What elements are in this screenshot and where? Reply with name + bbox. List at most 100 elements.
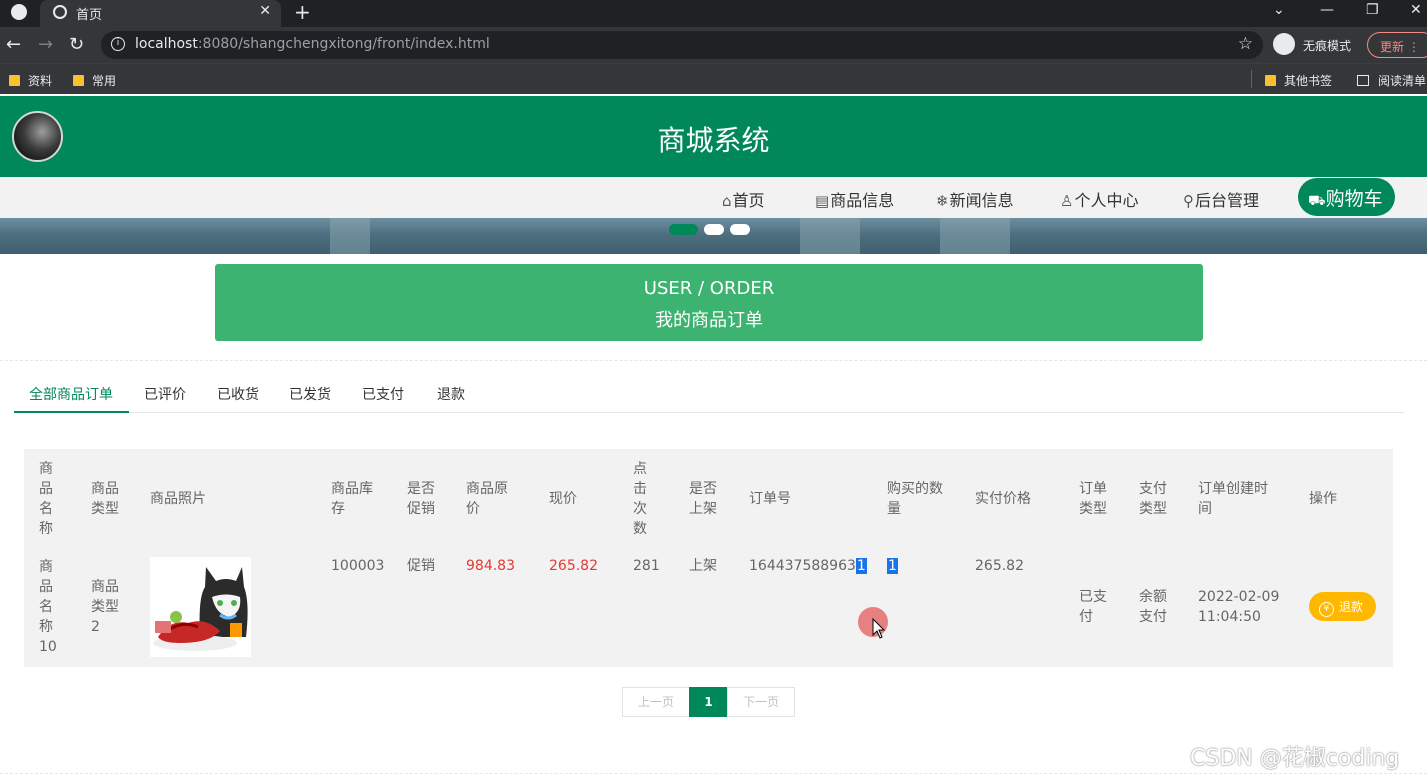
next-page-button[interactable]: 下一页 <box>727 687 795 717</box>
orders-table: 商品名称 商品类型 商品照片 商品库存 是否促销 商品原价 现价 点击次数 是否… <box>24 449 1393 667</box>
incognito-icon <box>1273 33 1295 55</box>
section-title-cn: 我的商品订单 <box>655 310 763 331</box>
snowflake-icon: ❄ <box>936 192 949 210</box>
cell-order-type: 已支付 <box>1079 589 1107 625</box>
col-product-photo: 商品照片 <box>150 491 206 507</box>
update-button[interactable]: 更新 ⋮ <box>1367 32 1427 58</box>
bookmark-folder-2[interactable]: 常用 <box>73 72 116 89</box>
minimize-icon[interactable]: — <box>1320 2 1334 18</box>
cell-pay-type: 余额支付 <box>1139 589 1167 625</box>
browser-tab[interactable]: 首页 ✕ <box>40 0 281 27</box>
browser-toolbar: ← → ↻ i localhost:8080/shangchengxitong/… <box>0 27 1427 63</box>
nav-item-profile[interactable]: ♙个人中心 <box>1060 187 1138 211</box>
cell-order-no: 1644375889631 <box>749 558 867 574</box>
folder-icon <box>1265 75 1276 86</box>
bookmarks-separator <box>1251 70 1252 88</box>
col-listed: 是否上架 <box>689 481 717 517</box>
folder-icon <box>73 75 84 86</box>
tab-search-icon[interactable]: ⌄ <box>1273 2 1285 18</box>
col-clicks: 点击次数 <box>633 461 647 537</box>
col-action: 操作 <box>1309 491 1337 507</box>
prev-page-button[interactable]: 上一页 <box>622 687 690 717</box>
folder-icon <box>9 75 20 86</box>
section-divider <box>0 360 1427 361</box>
link-icon: ⚲ <box>1183 192 1194 210</box>
banner-image-detail <box>800 218 860 254</box>
reading-list-icon <box>1357 75 1369 86</box>
product-photo[interactable] <box>150 557 251 657</box>
col-order-type: 订单类型 <box>1079 481 1107 517</box>
tab-refund[interactable]: 退款 <box>437 384 465 404</box>
close-window-icon[interactable]: ✕ <box>1410 2 1422 18</box>
col-orig-price: 商品原价 <box>466 481 508 517</box>
bookmark-star-icon[interactable]: ☆ <box>1238 34 1253 54</box>
reading-list[interactable]: 阅读清单 <box>1357 72 1426 89</box>
tab-reviewed[interactable]: 已评价 <box>144 384 186 404</box>
tab-received[interactable]: 已收货 <box>217 384 259 404</box>
cell-stock: 100003 <box>331 558 385 574</box>
document-icon: ▤ <box>815 192 830 210</box>
product-image-cat-snacks <box>150 557 251 657</box>
home-icon: ⌂ <box>722 192 732 210</box>
carousel-dot-3[interactable] <box>730 224 750 235</box>
col-qty: 购买的数量 <box>887 481 943 517</box>
selected-text: 1 <box>855 558 867 574</box>
reload-icon[interactable]: ↻ <box>69 34 84 55</box>
user-icon: ♙ <box>1060 192 1074 210</box>
col-product-type: 商品类型 <box>91 481 119 517</box>
bookmark-folder-1[interactable]: 资料 <box>9 72 52 89</box>
csdn-watermark: CSDN @花椒coding <box>1190 746 1400 771</box>
tab-title: 首页 <box>76 8 103 23</box>
url-text[interactable]: localhost:8080/shangchengxitong/front/in… <box>135 36 490 52</box>
cell-product-name: 商品名称10 <box>39 559 57 655</box>
tab-shipped[interactable]: 已发货 <box>289 384 331 404</box>
active-tab-indicator <box>14 411 129 413</box>
carousel-dot-2[interactable] <box>704 224 724 235</box>
site-info-icon[interactable]: i <box>111 37 125 51</box>
cart-button[interactable]: ⛟购物车 <box>1298 178 1395 216</box>
chrome-menu-icon[interactable] <box>11 4 27 20</box>
mouse-cursor-icon <box>872 618 886 639</box>
banner-carousel <box>0 218 1427 254</box>
site-header: 商城系统 <box>0 96 1427 177</box>
col-product-name: 商品名称 <box>39 461 53 537</box>
carousel-dot-1[interactable] <box>669 224 698 235</box>
back-icon[interactable]: ← <box>6 34 21 55</box>
col-promo: 是否促销 <box>407 481 435 517</box>
yen-icon: ¥ <box>1319 602 1334 617</box>
col-pay-type: 支付类型 <box>1139 481 1167 517</box>
cell-qty: 1 <box>887 556 898 576</box>
nav-item-products[interactable]: ▤商品信息 <box>815 187 894 211</box>
page-1-button[interactable]: 1 <box>689 687 728 717</box>
cell-paid: 265.82 <box>975 558 1024 574</box>
address-bar[interactable]: i localhost:8080/shangchengxitong/front/… <box>101 31 1263 59</box>
globe-icon <box>53 5 67 19</box>
cart-icon: ⛟ <box>1308 193 1326 209</box>
forward-icon[interactable]: → <box>38 34 53 55</box>
cell-price: 265.82 <box>549 558 598 574</box>
bookmarks-bar: 资料 常用 其他书签 阅读清单 <box>0 63 1427 94</box>
order-tabs: 全部商品订单 已评价 已收货 已发货 已支付 退款 <box>14 378 1404 413</box>
incognito-label: 无痕模式 <box>1303 39 1352 53</box>
tab-paid[interactable]: 已支付 <box>362 384 404 404</box>
new-tab-button[interactable]: + <box>294 0 311 24</box>
tab-close-icon[interactable]: ✕ <box>259 3 271 19</box>
refund-button[interactable]: ¥ 退款 <box>1309 592 1376 621</box>
nav-item-home[interactable]: ⌂首页 <box>722 187 765 211</box>
tab-all-orders[interactable]: 全部商品订单 <box>29 384 113 404</box>
restore-icon[interactable]: ❐ <box>1366 2 1379 18</box>
cell-listed: 上架 <box>689 558 717 574</box>
selected-text: 1 <box>887 558 898 574</box>
footer-divider <box>0 773 1427 774</box>
cell-orig-price: 984.83 <box>466 558 515 574</box>
col-order-no: 订单号 <box>749 491 791 507</box>
banner-image-detail <box>330 218 370 254</box>
site-title: 商城系统 <box>657 124 770 157</box>
col-paid: 实付价格 <box>975 491 1031 507</box>
other-bookmarks[interactable]: 其他书签 <box>1265 72 1332 89</box>
nav-item-news[interactable]: ❄新闻信息 <box>936 187 1014 211</box>
nav-item-admin[interactable]: ⚲后台管理 <box>1183 187 1259 211</box>
section-title-en: USER / ORDER <box>643 278 775 299</box>
section-title-box: USER / ORDER 我的商品订单 <box>215 264 1203 341</box>
cell-promo: 促销 <box>407 558 435 574</box>
